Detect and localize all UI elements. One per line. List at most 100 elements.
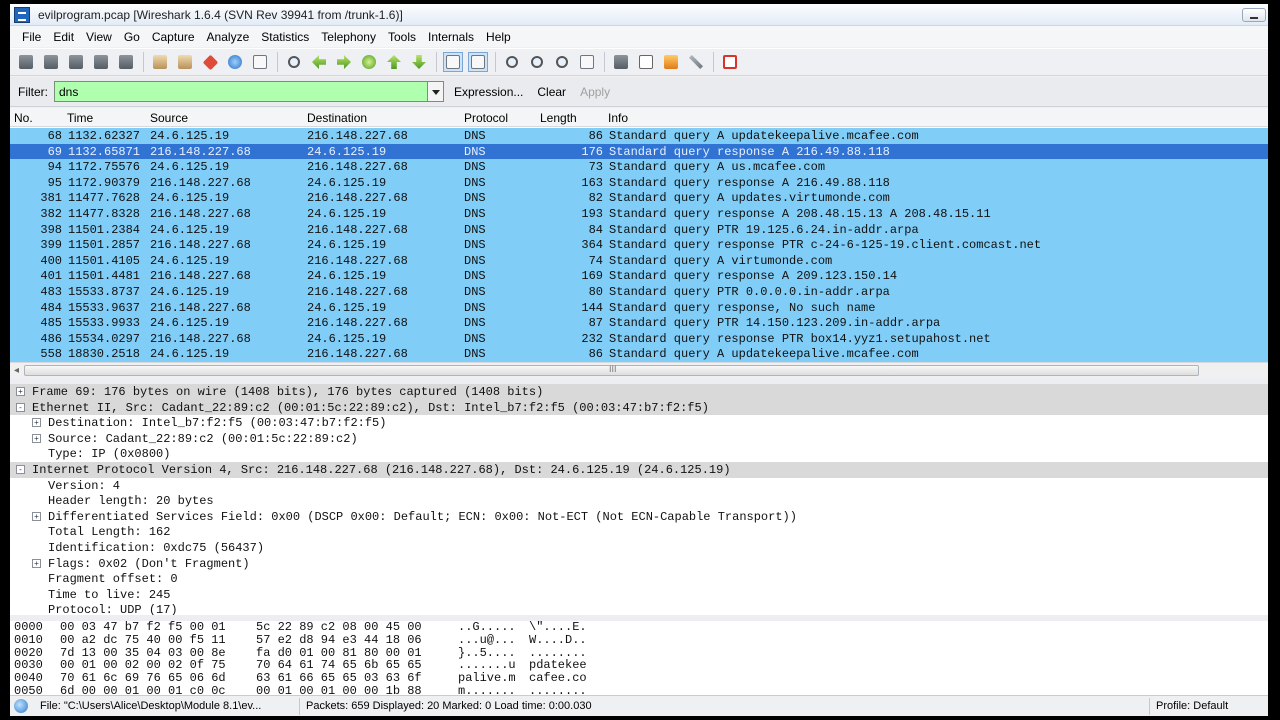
column-header-protocol[interactable]: Protocol [464,111,508,125]
menu-capture[interactable]: Capture [146,30,201,44]
go-back-icon[interactable] [309,52,329,72]
preferences-icon[interactable] [686,52,706,72]
table-row[interactable]: 68 1132.62327 24.6.125.19 216.148.227.68 DNS… [10,128,1268,144]
stop-capture-icon[interactable] [91,52,111,72]
help-icon[interactable] [720,52,740,72]
detail-tree-item[interactable]: + Frame 69: 176 bytes on wire (1408 bits)… [10,384,1268,400]
scrollbar-thumb[interactable] [24,364,1199,376]
table-row[interactable]: 483 15533.8737 24.6.125.19 216.148.227.68 DN… [10,283,1268,300]
display-filter-input[interactable] [54,81,428,102]
coloring-rules-icon[interactable] [661,52,681,72]
packet-list-horizontal-scrollbar[interactable]: ◂ [10,362,1268,377]
cell-no: 558 [40,347,62,362]
expand-icon[interactable]: + [16,387,25,396]
column-header-length[interactable]: Length [540,111,577,125]
table-row[interactable]: 95 1172.90379 216.148.227.68 24.6.125.19 DNS… [10,174,1268,191]
detail-tree-item[interactable]: Time to live: 245 [10,587,1268,603]
menu-analyze[interactable]: Analyze [201,30,256,44]
hex-row[interactable]: 0000 00 03 47 b7 f2 f5 00 01 5c 22 89 c2 0… [10,621,1268,634]
menu-edit[interactable]: Edit [47,30,80,44]
clear-button[interactable]: Clear [537,85,566,99]
menu-telephony[interactable]: Telephony [315,30,382,44]
resize-columns-icon[interactable] [577,52,597,72]
table-row[interactable]: 382 11477.8328 216.148.227.68 24.6.125.19 DN… [10,205,1268,222]
reload-icon[interactable] [225,52,245,72]
table-row[interactable]: 401 11501.4481 216.148.227.68 24.6.125.19 DN… [10,268,1268,284]
close-file-icon[interactable] [200,52,220,72]
column-header-no[interactable]: No. [14,111,33,125]
menu-statistics[interactable]: Statistics [255,30,315,44]
expert-info-icon[interactable] [14,699,28,713]
menu-view[interactable]: View [80,30,118,44]
hex-row[interactable]: 0050 6d 00 00 01 00 01 c0 0c 00 01 00 01 0… [10,684,1268,695]
table-row-selected[interactable]: 69 1132.65871 216.148.227.68 24.6.125.19 DNS… [10,143,1268,160]
menu-tools[interactable]: Tools [382,30,422,44]
menu-internals[interactable]: Internals [422,30,480,44]
restart-capture-icon[interactable] [116,52,136,72]
capture-options-icon[interactable] [41,52,61,72]
zoom-out-icon[interactable] [527,52,547,72]
normal-size-icon[interactable] [552,52,572,72]
go-first-packet-icon[interactable] [384,52,404,72]
table-row[interactable]: 381 11477.7628 24.6.125.19 216.148.227.68 DN… [10,190,1268,206]
column-header-time[interactable]: Time [67,111,93,125]
title-bar[interactable]: evilprogram.pcap [Wireshark 1.6.4 (SVN R… [10,4,1268,26]
column-header-source[interactable]: Source [150,111,188,125]
menu-help[interactable]: Help [480,30,517,44]
detail-tree-item[interactable]: + Differentiated Services Field: 0x00 (DS… [10,509,1268,525]
detail-tree-item[interactable]: - Ethernet II, Src: Cadant_22:89:c2 (00:0… [10,399,1268,416]
go-last-packet-icon[interactable] [409,52,429,72]
print-icon[interactable] [250,52,270,72]
table-row[interactable]: 398 11501.2384 24.6.125.19 216.148.227.68 DN… [10,221,1268,238]
detail-tree-item[interactable]: Version: 4 [10,478,1268,494]
detail-tree-item[interactable]: + Flags: 0x02 (Don't Fragment) [10,556,1268,572]
go-to-packet-icon[interactable] [359,52,379,72]
detail-tree-item[interactable]: Header length: 20 bytes [10,493,1268,509]
start-capture-icon[interactable] [66,52,86,72]
table-row[interactable]: 486 15534.0297 216.148.227.68 24.6.125.19 DN… [10,330,1268,347]
save-file-icon[interactable] [175,52,195,72]
detail-tree-item[interactable]: Fragment offset: 0 [10,571,1268,587]
column-header-destination[interactable]: Destination [307,111,367,125]
expand-icon[interactable]: + [32,418,41,428]
open-file-icon[interactable] [150,52,170,72]
detail-text: Time to live: 245 [48,587,171,602]
collapse-icon[interactable]: - [16,464,25,474]
detail-tree-item[interactable]: + Source: Cadant_22:89:c2 (00:01:5c:22:89… [10,431,1268,447]
detail-tree-item[interactable]: Type: IP (0x0800) [10,446,1268,462]
interfaces-icon[interactable] [16,52,36,72]
auto-scroll-icon[interactable] [468,52,488,72]
detail-tree-item[interactable]: Identification: 0xdc75 (56437) [10,540,1268,556]
expand-icon[interactable]: + [32,433,41,443]
expand-icon[interactable]: + [32,511,41,521]
expand-icon[interactable]: + [32,558,41,568]
find-packet-icon[interactable] [284,52,304,72]
filter-history-dropdown[interactable] [428,81,444,102]
zoom-in-icon[interactable] [502,52,522,72]
table-row[interactable]: 484 15533.9637 216.148.227.68 24.6.125.19 DN… [10,299,1268,316]
status-profile[interactable]: Profile: Default [1150,700,1228,712]
collapse-icon[interactable]: - [16,402,25,412]
detail-tree-item[interactable]: + Destination: Intel_b7:f2:f5 (00:03:47:b… [10,415,1268,431]
detail-tree-item[interactable]: - Internet Protocol Version 4, Src: 216.1… [10,461,1268,478]
hex-row[interactable]: 0010 00 a2 dc 75 40 00 f5 11 57 e2 d8 94 e… [10,633,1268,647]
colorize-icon[interactable] [443,52,463,72]
table-row[interactable]: 558 18830.2518 24.6.125.19 216.148.227.68 DN… [10,346,1268,362]
scroll-left-arrow-icon[interactable]: ◂ [14,365,19,376]
cell-time: 11501.2384 [68,222,141,237]
table-row[interactable]: 94 1172.75576 24.6.125.19 216.148.227.68 DNS… [10,159,1268,175]
menu-file[interactable]: File [16,30,47,44]
expression-button[interactable]: Expression... [454,85,523,99]
table-row[interactable]: 399 11501.2857 216.148.227.68 24.6.125.19 DN… [10,237,1268,253]
detail-tree-item[interactable]: Protocol: UDP (17) [10,602,1268,615]
column-header-info[interactable]: Info [608,111,628,125]
menu-go[interactable]: Go [118,30,146,44]
capture-filters-icon[interactable] [611,52,631,72]
table-row[interactable]: 400 11501.4105 24.6.125.19 216.148.227.68 DN… [10,252,1268,269]
apply-button[interactable]: Apply [580,85,610,99]
go-forward-icon[interactable] [334,52,354,72]
display-filters-icon[interactable] [636,52,656,72]
minimize-button[interactable] [1242,8,1266,22]
detail-tree-item[interactable]: Total Length: 162 [10,524,1268,540]
table-row[interactable]: 485 15533.9933 24.6.125.19 216.148.227.68 DN… [10,315,1268,331]
